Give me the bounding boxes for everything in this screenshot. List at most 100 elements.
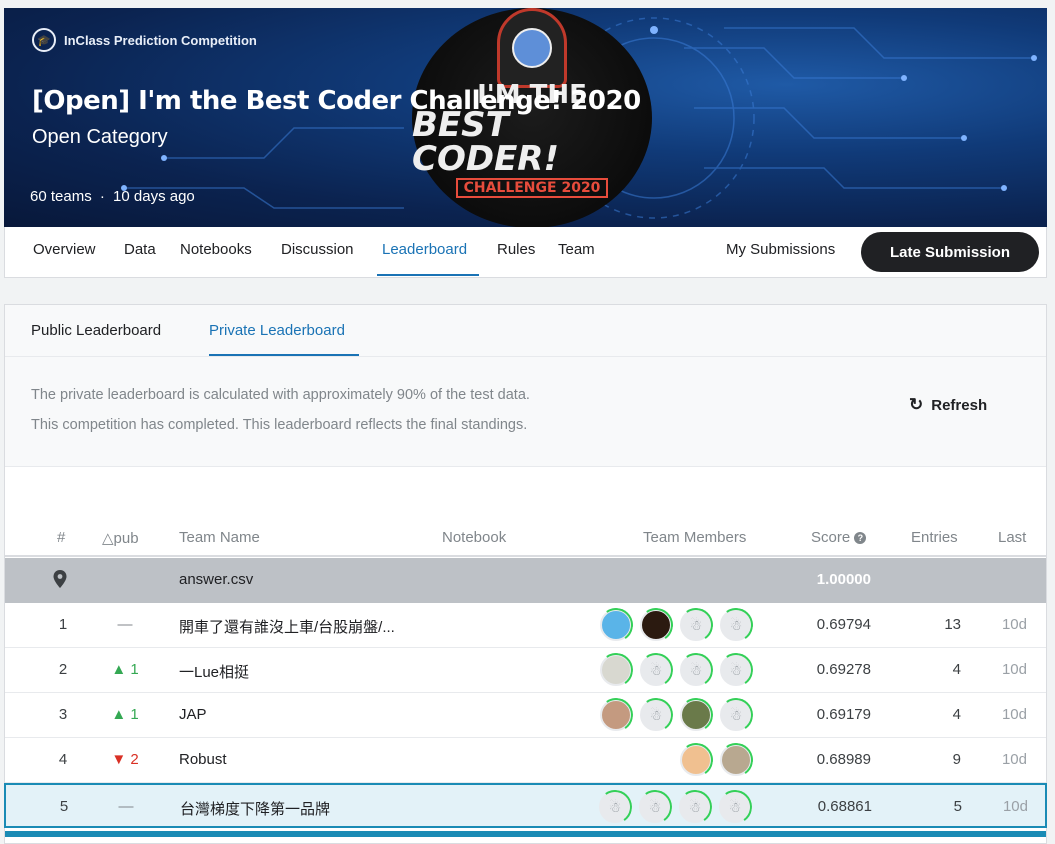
row-last: 10d	[1001, 706, 1027, 723]
row-entries: 4	[952, 706, 961, 723]
refresh-icon: ↻	[909, 395, 924, 414]
row-score: 0.69278	[816, 661, 871, 678]
avatar-icon[interactable]: ☃	[720, 609, 752, 641]
avatar-icon[interactable]: ☃	[640, 699, 672, 731]
pin-icon	[53, 570, 67, 588]
row-entries: 9	[952, 751, 961, 768]
tab-discussion[interactable]: Discussion	[281, 241, 354, 258]
row-team-name[interactable]: 開車了還有誰沒上車/台股崩盤/...	[179, 616, 395, 637]
row-last: 10d	[1001, 616, 1027, 633]
row-team-name[interactable]: JAP	[179, 706, 207, 723]
info-line-private: The private leaderboard is calculated wi…	[31, 387, 530, 403]
row-score: 0.68989	[816, 751, 871, 768]
tab-public-leaderboard[interactable]: Public Leaderboard	[31, 322, 161, 339]
team-members: ☃ ☃	[600, 609, 752, 641]
header-delta[interactable]: △pub	[102, 529, 139, 547]
competition-age: 10 days ago	[113, 188, 195, 205]
header-entries[interactable]: Entries	[911, 529, 958, 546]
table-row[interactable]: 1 — 開車了還有誰沒上車/台股崩盤/... ☃ ☃ 0.69794 13 10…	[5, 603, 1046, 648]
tab-notebooks[interactable]: Notebooks	[180, 241, 252, 258]
header-score-label: Score	[811, 529, 851, 546]
teams-count[interactable]: 60 teams	[30, 188, 92, 205]
row-team-name[interactable]: 台灣梯度下降第一品牌	[180, 798, 330, 819]
table-row[interactable]: 4 ▼ 2 Robust 0.68989 9 10d	[5, 738, 1046, 783]
row-last: 10d	[1001, 751, 1027, 768]
leaderboard-subtabs: Public Leaderboard Private Leaderboard	[5, 305, 1046, 357]
tab-rules[interactable]: Rules	[497, 241, 535, 258]
row-rank: 5	[59, 798, 69, 815]
active-subtab-indicator	[209, 354, 359, 356]
row-delta: ▲ 1	[111, 706, 139, 723]
avatar-icon[interactable]: ☃	[719, 791, 751, 823]
refresh-label: Refresh	[931, 396, 988, 414]
row-team-name[interactable]: 一Lue相挺	[179, 661, 249, 682]
row-rank: 2	[58, 661, 68, 678]
row-entries: 5	[953, 798, 962, 815]
row-rank: 3	[58, 706, 68, 723]
avatar-icon[interactable]: ☃	[720, 654, 752, 686]
meta-separator: ·	[99, 188, 105, 205]
avatar-icon[interactable]: ☃	[720, 699, 752, 731]
row-delta: —	[117, 616, 133, 633]
row-entries: 13	[944, 616, 961, 633]
my-team-indicator-bar	[5, 831, 1046, 837]
info-line-completed: This competition has completed. This lea…	[31, 417, 528, 433]
avatar-icon[interactable]: ☃	[680, 609, 712, 641]
competition-nav: Overview Data Notebooks Discussion Leade…	[4, 227, 1047, 278]
competition-subtitle: Open Category	[32, 126, 168, 148]
competition-banner: I'M THE BEST CODER! CHALLENGE 2020 🎓 InC…	[4, 8, 1047, 227]
active-tab-indicator	[377, 274, 479, 276]
benchmark-name: answer.csv	[179, 571, 254, 588]
team-members: ☃ ☃ ☃	[600, 654, 752, 686]
row-score: 0.68861	[817, 798, 872, 815]
graduation-cap-icon: 🎓	[32, 28, 56, 52]
my-submissions-link[interactable]: My Submissions	[726, 241, 835, 258]
row-delta: ▼ 2	[111, 751, 139, 768]
tab-leaderboard[interactable]: Leaderboard	[382, 241, 467, 258]
team-members	[680, 744, 752, 776]
competition-title: [Open] I'm the Best Coder Challenge! 202…	[32, 86, 641, 116]
avatar-icon[interactable]	[640, 609, 672, 641]
avatar-icon[interactable]: ☃	[639, 791, 671, 823]
avatar-icon[interactable]: ☃	[640, 654, 672, 686]
tab-team[interactable]: Team	[558, 241, 595, 258]
avatar-icon[interactable]	[720, 744, 752, 776]
row-delta: ▲ 1	[111, 661, 139, 678]
tab-data[interactable]: Data	[124, 241, 156, 258]
logo-text-3: CHALLENGE 2020	[455, 178, 609, 198]
avatar-icon[interactable]	[600, 654, 632, 686]
refresh-button[interactable]: ↻ Refresh	[909, 395, 987, 415]
avatar-icon[interactable]	[600, 609, 632, 641]
leaderboard-card: Public Leaderboard Private Leaderboard T…	[4, 304, 1047, 844]
table-row[interactable]: 3 ▲ 1 JAP ☃ ☃ 0.69179 4 10d	[5, 693, 1046, 738]
tab-overview[interactable]: Overview	[33, 241, 96, 258]
team-members: ☃ ☃ ☃ ☃	[599, 791, 751, 823]
hacker-hood-icon	[497, 8, 567, 88]
header-team[interactable]: Team Name	[179, 529, 260, 546]
avatar-icon[interactable]: ☃	[599, 791, 631, 823]
row-score: 0.69179	[816, 706, 871, 723]
header-last[interactable]: Last	[998, 529, 1026, 546]
header-members[interactable]: Team Members	[643, 529, 746, 546]
competition-type-label: InClass Prediction Competition	[64, 32, 257, 48]
logo-text-2: BEST CODER!	[412, 105, 559, 179]
row-team-name[interactable]: Robust	[179, 751, 227, 768]
question-icon[interactable]: ?	[854, 532, 867, 544]
header-rank[interactable]: #	[57, 529, 65, 546]
avatar-icon[interactable]: ☃	[679, 791, 711, 823]
header-score[interactable]: Score ?	[811, 529, 867, 546]
avatar-icon[interactable]	[600, 699, 632, 731]
table-row[interactable]: 2 ▲ 1 一Lue相挺 ☃ ☃ ☃ 0.69278 4 10d	[5, 648, 1046, 693]
late-submission-button[interactable]: Late Submission	[861, 232, 1039, 272]
competition-meta: 60 teams · 10 days ago	[30, 188, 195, 205]
competition-type: 🎓 InClass Prediction Competition	[32, 28, 257, 52]
avatar-icon[interactable]	[680, 744, 712, 776]
avatar-icon[interactable]: ☃	[680, 654, 712, 686]
tab-private-leaderboard[interactable]: Private Leaderboard	[209, 322, 345, 339]
row-rank: 1	[58, 616, 68, 633]
benchmark-row[interactable]: answer.csv 1.00000	[5, 558, 1046, 603]
header-notebook[interactable]: Notebook	[442, 529, 506, 546]
my-team-row[interactable]: 5 — 台灣梯度下降第一品牌 ☃ ☃ ☃ ☃ 0.68861 5 10d	[4, 783, 1047, 828]
row-last: 10d	[1002, 798, 1028, 815]
avatar-icon[interactable]	[680, 699, 712, 731]
